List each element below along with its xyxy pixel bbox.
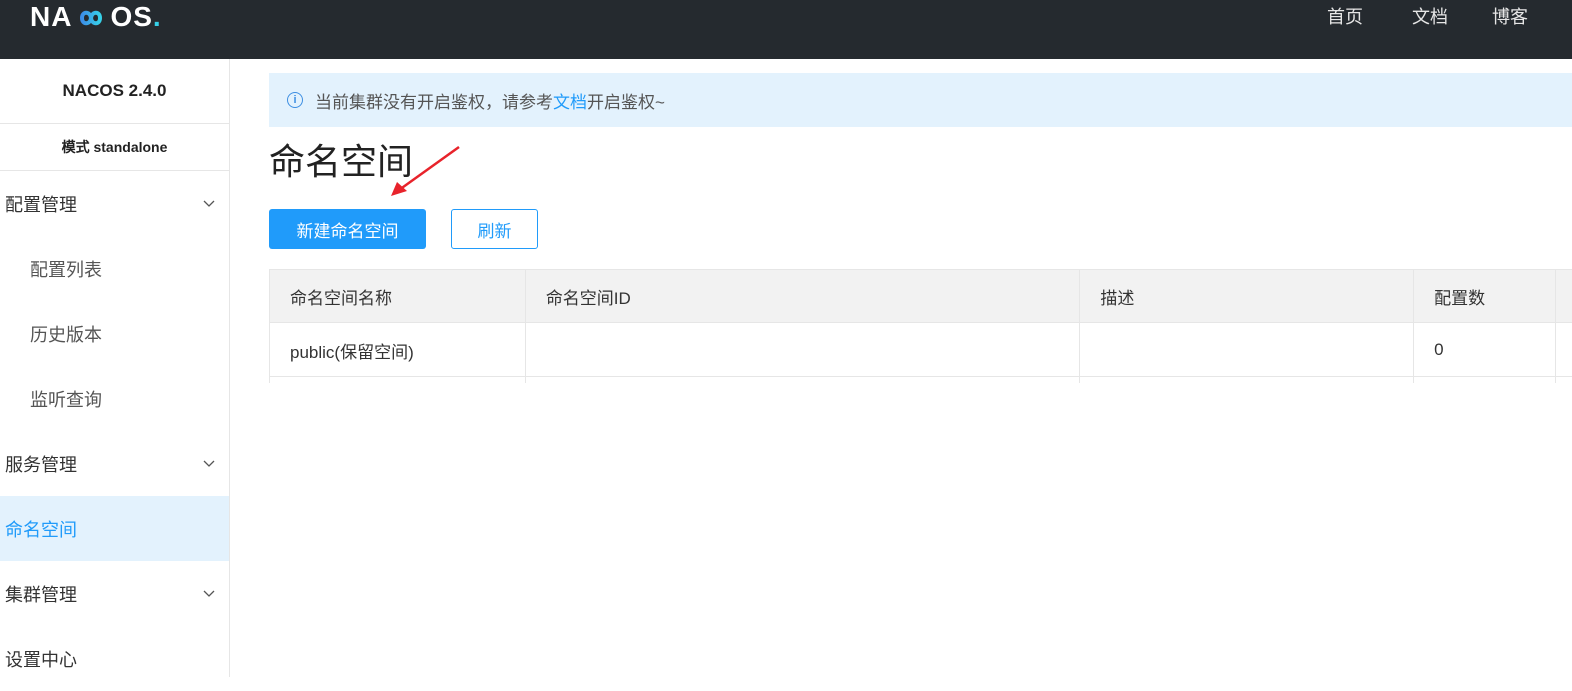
cell-id: [526, 323, 1081, 377]
auth-notice: i 当前集群没有开启鉴权，请参考 文档 开启鉴权~: [269, 73, 1572, 127]
cell-description: [1080, 323, 1415, 377]
namespace-table: 命名空间名称 命名空间ID 描述 配置数 public(保留空间) 0: [269, 269, 1572, 383]
version-label: NACOS 2.4.0: [0, 59, 229, 124]
notice-text-tail: 开启鉴权~: [587, 92, 665, 112]
cell-partial: [270, 377, 526, 383]
mode-label: 模式 standalone: [0, 124, 229, 171]
info-icon: i: [287, 92, 303, 108]
table-header: 命名空间名称 命名空间ID 描述 配置数: [270, 269, 1572, 323]
cell-partial: [1556, 377, 1572, 383]
chevron-down-icon: [203, 200, 215, 207]
sidebar-item-label: 配置管理: [5, 194, 77, 215]
logo-text-right: OS: [110, 1, 153, 32]
cell-name: public(保留空间): [270, 323, 526, 377]
sidebar-item-listener-query[interactable]: 监听查询: [0, 366, 229, 431]
logo-text-left: NA: [30, 1, 73, 32]
sidebar-item-service-management[interactable]: 服务管理: [0, 431, 229, 496]
infinity-icon: [73, 7, 109, 27]
sidebar-item-cluster-management[interactable]: 集群管理: [0, 561, 229, 626]
table-row[interactable]: public(保留空间) 0: [270, 323, 1572, 377]
column-header-name[interactable]: 命名空间名称: [270, 270, 526, 322]
refresh-button[interactable]: 刷新: [451, 209, 538, 249]
nav-blog-link[interactable]: 博客: [1492, 0, 1528, 34]
new-namespace-button[interactable]: 新建命名空间: [269, 209, 426, 249]
cell-partial: [526, 377, 1081, 383]
column-header-config-count[interactable]: 配置数: [1414, 270, 1557, 322]
sidebar-item-label: 设置中心: [5, 649, 77, 670]
toolbar: 新建命名空间 刷新: [269, 209, 1572, 249]
cell-partial: [1080, 377, 1415, 383]
sidebar-item-label: 监听查询: [30, 389, 102, 410]
cell-config-count: 0: [1414, 323, 1557, 377]
sidebar-item-config-management[interactable]: 配置管理: [0, 171, 229, 236]
top-nav: 首页 文档 博客: [1327, 0, 1572, 34]
sidebar-item-label: 命名空间: [5, 519, 77, 540]
sidebar-item-history[interactable]: 历史版本: [0, 301, 229, 366]
sidebar: NACOS 2.4.0 模式 standalone 配置管理 配置列表 历史版本…: [0, 59, 230, 677]
chevron-down-icon: [203, 590, 215, 597]
logo-dot: .: [152, 1, 162, 32]
sidebar-item-label: 配置列表: [30, 259, 102, 280]
sidebar-item-label: 服务管理: [5, 454, 77, 475]
notice-text: 当前集群没有开启鉴权，请参考: [315, 92, 553, 112]
nav-home-link[interactable]: 首页: [1327, 0, 1363, 34]
sidebar-item-config-list[interactable]: 配置列表: [0, 236, 229, 301]
sidebar-item-label: 集群管理: [5, 584, 77, 605]
main-content: i 当前集群没有开启鉴权，请参考 文档 开启鉴权~ 命名空间 新建命名空间 刷新…: [269, 73, 1572, 383]
cell-partial: [1414, 377, 1557, 383]
top-bar: NA OS . 首页 文档 博客: [0, 0, 1572, 59]
nav-docs-link[interactable]: 文档: [1412, 0, 1448, 34]
table-row-partial: [270, 377, 1572, 383]
sidebar-item-namespace[interactable]: 命名空间: [0, 496, 229, 561]
column-header-description[interactable]: 描述: [1080, 270, 1415, 322]
nacos-logo[interactable]: NA OS .: [30, 0, 162, 34]
sidebar-item-settings-center[interactable]: 设置中心: [0, 626, 229, 691]
column-header-overflow: [1556, 270, 1572, 322]
annotation-arrow-icon: [391, 145, 460, 196]
docs-link[interactable]: 文档: [553, 88, 587, 113]
sidebar-item-label: 历史版本: [30, 324, 102, 345]
cell-overflow: [1556, 323, 1572, 377]
chevron-down-icon: [203, 460, 215, 467]
column-header-id[interactable]: 命名空间ID: [526, 270, 1081, 322]
